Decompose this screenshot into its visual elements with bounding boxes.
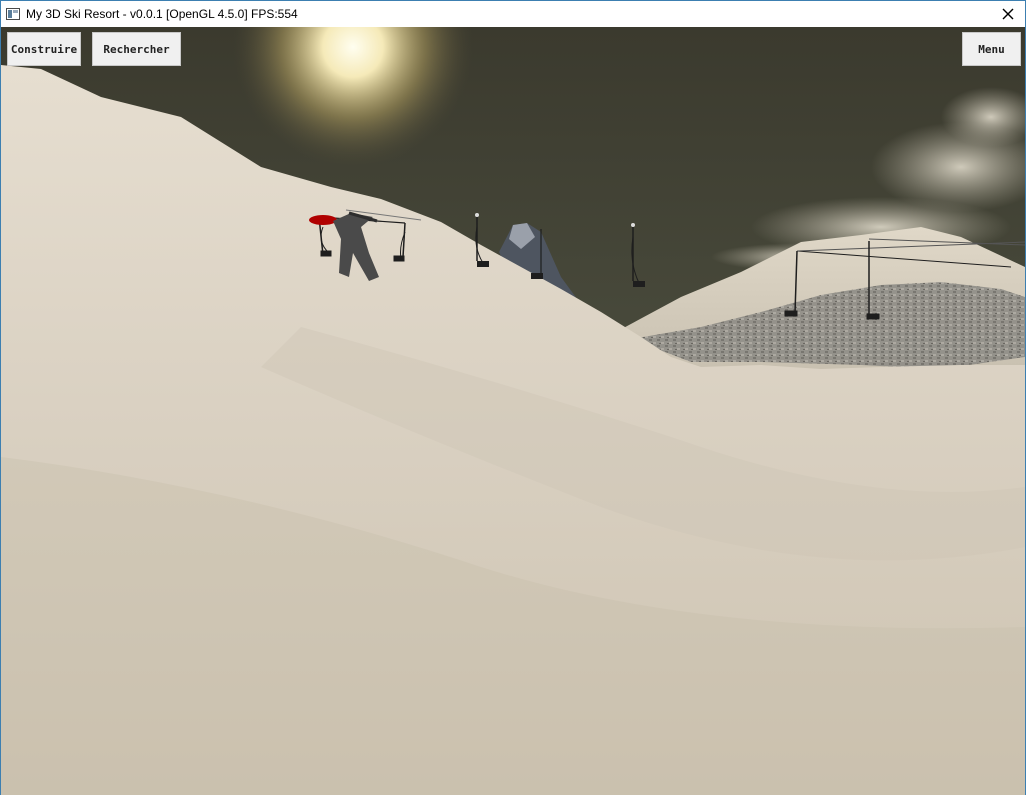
close-icon [1002,8,1014,20]
menu-button[interactable]: Menu [962,32,1021,66]
window-title: My 3D Ski Resort - v0.0.1 [OpenGL 4.5.0]… [26,7,298,21]
game-window: My 3D Ski Resort - v0.0.1 [OpenGL 4.5.0]… [0,0,1026,795]
title-bar[interactable]: My 3D Ski Resort - v0.0.1 [OpenGL 4.5.0]… [1,1,1025,27]
3d-scene[interactable] [1,27,1025,795]
app-icon [6,8,20,20]
search-button[interactable]: Rechercher [92,32,181,66]
build-button[interactable]: Construire [7,32,81,66]
game-viewport[interactable]: Construire Rechercher Menu [1,27,1025,795]
close-button[interactable] [991,1,1025,27]
